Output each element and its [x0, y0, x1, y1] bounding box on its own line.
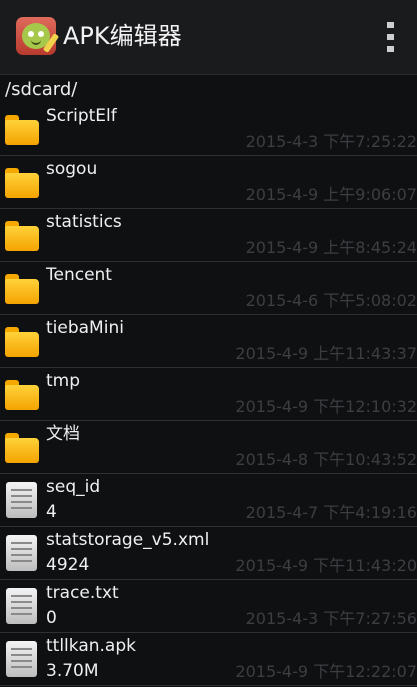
current-path: /sdcard/ [5, 79, 78, 100]
overflow-menu-icon[interactable] [384, 22, 398, 52]
file-name: tiebaMini [46, 318, 124, 338]
file-name: Tencent [46, 265, 112, 285]
file-list: ScriptElf 2015-4-3 下午7:25:22 sogou 2015-… [0, 103, 417, 686]
file-name: statistics [46, 212, 122, 232]
file-icon [6, 535, 37, 571]
file-name: seq_id [46, 477, 101, 497]
file-date: 2015-4-9 下午12:22:07 [235, 662, 417, 681]
file-size: 4924 [46, 555, 90, 575]
file-list-item[interactable]: 文档 2015-4-8 下午10:43:52 [0, 421, 417, 474]
file-list-item[interactable]: sogou 2015-4-9 上午9:06:07 [0, 156, 417, 209]
file-list-item[interactable]: Tencent 2015-4-6 下午5:08:02 [0, 262, 417, 315]
file-list-item[interactable]: ttllkan.apk 3.70M 2015-4-9 下午12:22:07 [0, 633, 417, 686]
action-bar: APK编辑器 [0, 0, 417, 75]
file-list-item[interactable]: tiebaMini 2015-4-9 上午11:43:37 [0, 315, 417, 368]
apk-editor-app-icon[interactable] [16, 17, 60, 55]
file-list-item[interactable]: trace.txt 0 2015-4-3 下午7:27:56 [0, 580, 417, 633]
file-date: 2015-4-8 下午10:43:52 [235, 450, 417, 469]
file-size: 0 [46, 608, 57, 628]
file-name: tmp [46, 371, 81, 391]
file-date: 2015-4-9 上午8:45:24 [245, 238, 417, 257]
file-list-item[interactable]: seq_id 4 2015-4-7 下午4:19:16 [0, 474, 417, 527]
file-list-item[interactable]: statistics 2015-4-9 上午8:45:24 [0, 209, 417, 262]
file-date: 2015-4-9 上午11:43:37 [235, 344, 417, 363]
folder-icon [5, 168, 39, 198]
file-name: 文档 [46, 424, 80, 444]
file-list-item[interactable]: statstorage_v5.xml 4924 2015-4-9 下午11:43… [0, 527, 417, 580]
folder-icon [5, 327, 39, 357]
folder-icon [5, 274, 39, 304]
folder-icon [5, 115, 39, 145]
file-name: ScriptElf [46, 106, 117, 126]
folder-icon [5, 380, 39, 410]
app-title: APK编辑器 [63, 22, 182, 50]
file-date: 2015-4-9 下午12:10:32 [235, 397, 417, 416]
folder-icon [5, 221, 39, 251]
file-icon [6, 641, 37, 677]
file-date: 2015-4-3 下午7:25:22 [245, 132, 417, 151]
file-date: 2015-4-3 下午7:27:56 [245, 609, 417, 628]
file-name: ttllkan.apk [46, 636, 136, 656]
folder-icon [5, 433, 39, 463]
file-name: statstorage_v5.xml [46, 530, 210, 550]
file-list-item[interactable]: ScriptElf 2015-4-3 下午7:25:22 [0, 103, 417, 156]
file-icon [6, 482, 37, 518]
file-name: trace.txt [46, 583, 119, 603]
file-date: 2015-4-6 下午5:08:02 [245, 291, 417, 310]
file-icon [6, 588, 37, 624]
file-name: sogou [46, 159, 98, 179]
file-size: 4 [46, 502, 57, 522]
file-date: 2015-4-7 下午4:19:16 [245, 503, 417, 522]
file-date: 2015-4-9 下午11:43:20 [235, 556, 417, 575]
file-date: 2015-4-9 上午9:06:07 [245, 185, 417, 204]
file-list-item[interactable]: tmp 2015-4-9 下午12:10:32 [0, 368, 417, 421]
file-size: 3.70M [46, 661, 99, 681]
